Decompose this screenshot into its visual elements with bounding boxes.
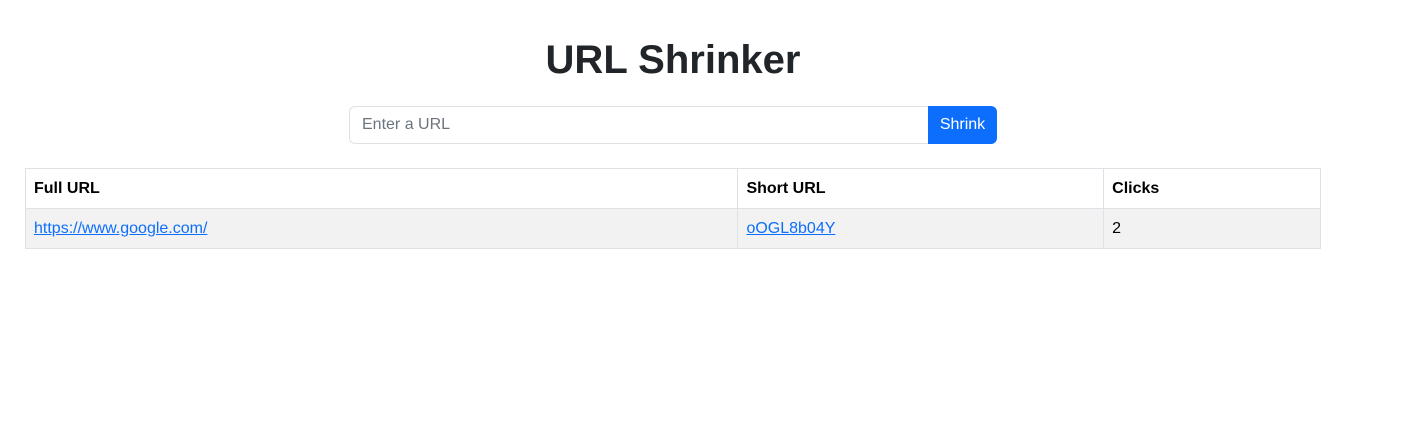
table-header: Full URL Short URL Clicks <box>24 168 1321 209</box>
short-url-cell: oOGL8b04Y <box>737 208 1105 249</box>
table-header-row: Full URL Short URL Clicks <box>24 168 1321 209</box>
column-header-full-url: Full URL <box>24 168 739 209</box>
page-title: URL Shrinker <box>545 38 801 82</box>
table-body: https://www.google.com/ oOGL8b04Y 2 <box>24 208 1321 249</box>
shrink-button[interactable]: Shrink <box>928 106 997 144</box>
clicks-cell: 2 <box>1103 208 1321 249</box>
short-url-link[interactable]: oOGL8b04Y <box>746 220 835 237</box>
shrink-form: Shrink <box>349 106 997 144</box>
full-url-link[interactable]: https://www.google.com/ <box>34 220 207 237</box>
url-input[interactable] <box>349 106 928 144</box>
urls-table: Full URL Short URL Clicks https://www.go… <box>24 168 1321 249</box>
full-url-cell: https://www.google.com/ <box>24 208 739 249</box>
column-header-clicks: Clicks <box>1103 168 1321 209</box>
table-row: https://www.google.com/ oOGL8b04Y 2 <box>24 208 1321 249</box>
column-header-short-url: Short URL <box>737 168 1105 209</box>
